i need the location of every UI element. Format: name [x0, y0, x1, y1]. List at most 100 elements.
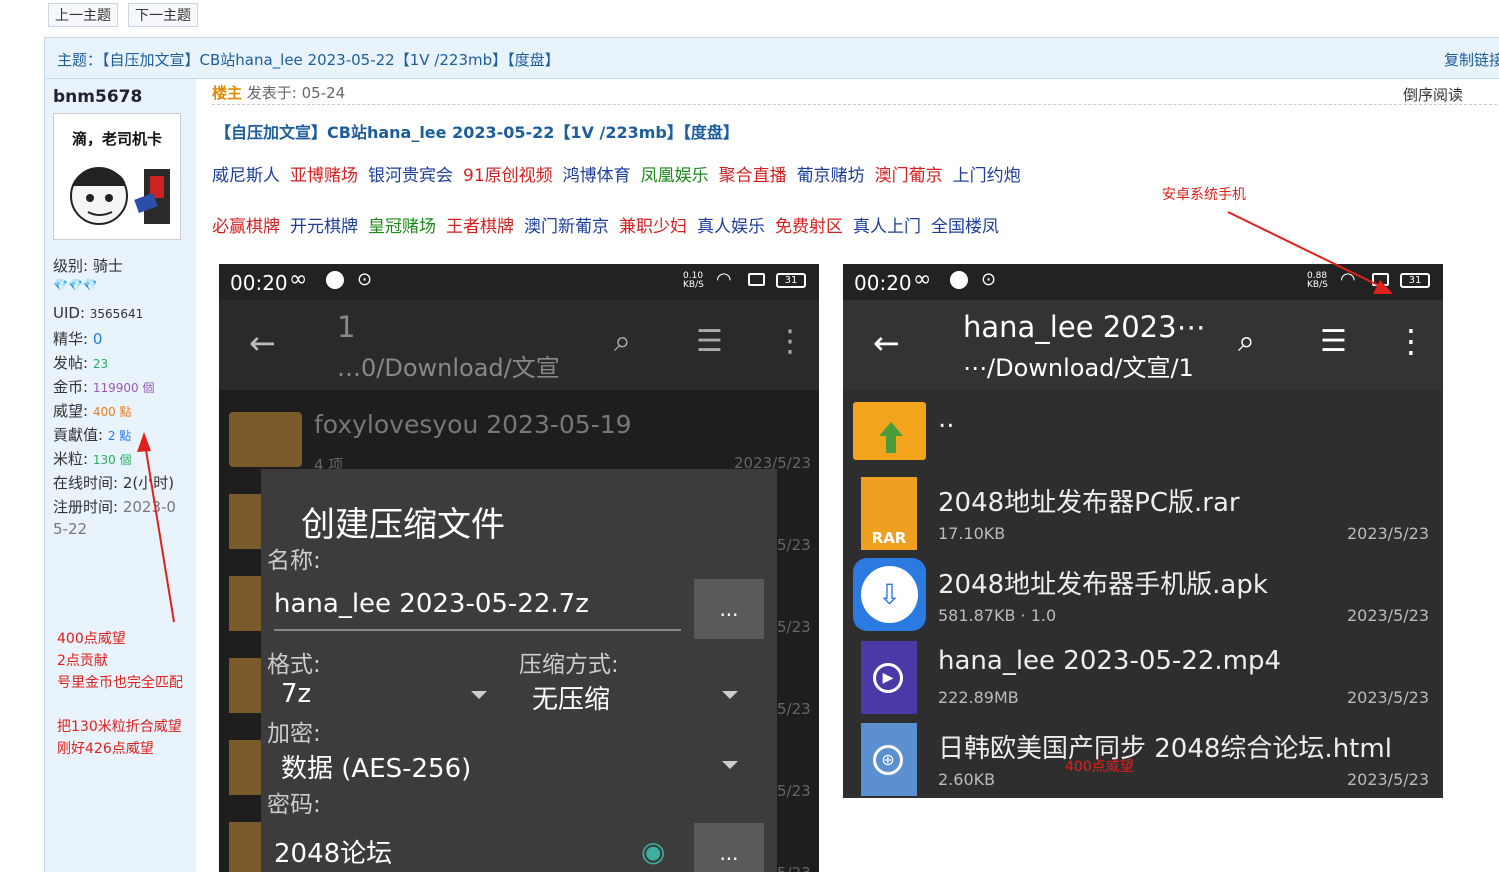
- chevron-down-icon[interactable]: [722, 761, 738, 769]
- wifi-icon: ◠: [716, 269, 732, 290]
- stat-coins: 金币: 119900 個: [53, 378, 155, 396]
- screen-icon: [748, 273, 765, 286]
- ad-link[interactable]: 银河贵宾会: [368, 166, 453, 186]
- format-select[interactable]: 7z: [281, 679, 311, 709]
- list-item-parent[interactable]: ..: [843, 390, 1443, 472]
- prev-topic-button[interactable]: 上一主题: [48, 3, 118, 27]
- create-archive-dialog: 创建压缩文件 名称: hana_lee 2023-05-22.7z ... 格式…: [261, 469, 777, 872]
- ad-link[interactable]: 鸿博体育: [563, 166, 631, 186]
- ad-link[interactable]: 真人上门: [853, 217, 921, 237]
- ad-link[interactable]: 全国楼凤: [931, 217, 999, 237]
- ad-links-row-2: 必赢棋牌 开元棋牌 皇冠赌场 王者棋牌 澳门新葡京 兼职少妇 真人娱乐 免费射区 真人上门 全国楼…: [212, 212, 1009, 237]
- bg-folder-name: foxylovesyou 2023-05-19: [314, 410, 632, 439]
- topic-subject: 主题：【自压加文宣】CB站hana_lee 2023-05-22【1V /223…: [57, 51, 560, 69]
- stat-online-time: 在线时间: 2(小时): [53, 474, 175, 492]
- stat-weiwang: 威望: 400 點: [53, 402, 132, 420]
- list-item[interactable]: ⊕ 日韩欧美国产同步 2048综合论坛.html 2.60KB 2023/5/2…: [843, 718, 1443, 800]
- stat-register-time: 注册时间: 2023-0: [53, 498, 176, 516]
- ad-link[interactable]: 威尼斯人: [212, 166, 280, 186]
- method-select[interactable]: 无压缩: [532, 679, 610, 716]
- more-vert-icon[interactable]: ⋮: [775, 324, 805, 359]
- ad-link[interactable]: 免费射区: [775, 217, 843, 237]
- password-input[interactable]: 2048论坛: [274, 833, 392, 870]
- name-input[interactable]: hana_lee 2023-05-22.7z: [274, 589, 589, 619]
- name-browse-button[interactable]: ...: [694, 579, 764, 639]
- bg-date: 5/23: [777, 700, 811, 718]
- eye-off-icon[interactable]: ◉: [641, 835, 665, 868]
- more-vert-icon[interactable]: ⋮: [1395, 322, 1427, 360]
- file-date: 2023/5/23: [1346, 688, 1429, 707]
- avatar[interactable]: 滴，老司机卡: [53, 113, 181, 240]
- stat-posts: 发帖: 23: [53, 354, 109, 372]
- list-icon[interactable]: ☰: [696, 324, 723, 359]
- ad-link[interactable]: 兼职少妇: [619, 217, 687, 237]
- ad-link[interactable]: 上门约炮: [953, 166, 1021, 186]
- chat-icon: [326, 271, 344, 289]
- file-size: 222.89MB: [938, 688, 1019, 707]
- encrypt-label: 加密:: [267, 721, 321, 747]
- ad-link[interactable]: 凤凰娱乐: [641, 166, 709, 186]
- path-line-1: 1: [337, 310, 356, 344]
- input-underline: [274, 629, 681, 631]
- rar-icon: RAR: [861, 477, 917, 550]
- ad-link[interactable]: 葡京赌坊: [797, 166, 865, 186]
- back-arrow-icon[interactable]: ←: [249, 324, 276, 362]
- file-name: 日韩欧美国产同步 2048综合论坛.html: [938, 734, 1392, 764]
- screen-icon: [1372, 273, 1389, 286]
- chevron-down-icon[interactable]: [722, 691, 738, 699]
- file-date: 2023/5/23: [1346, 524, 1429, 543]
- list-item[interactable]: ⇩ 2048地址发布器手机版.apk 581.87KB · 1.0 2023/5…: [843, 554, 1443, 636]
- folder-icon: [229, 412, 302, 467]
- annotation-line-1: 400点威望: [57, 631, 126, 647]
- annotation-line-3: 号里金币也完全匹配: [57, 675, 183, 691]
- toolbar: ← hana_lee 2023⋯ ⋯/Download/文宣/1 ⌕ ☰ ⋮: [843, 300, 1443, 390]
- back-arrow-icon[interactable]: ←: [873, 324, 900, 362]
- bg-date: 5/23: [777, 782, 811, 800]
- wifi-icon: ◠: [1340, 269, 1356, 290]
- list-item[interactable]: ▶ hana_lee 2023-05-22.mp4 222.89MB 2023/…: [843, 636, 1443, 718]
- list-item[interactable]: RAR 2048地址发布器PC版.rar 17.10KB 2023/5/23: [843, 472, 1443, 554]
- reverse-order-button[interactable]: 倒序阅读: [1403, 84, 1463, 105]
- file-size: 2.60KB: [938, 770, 996, 789]
- ad-link[interactable]: 亚博赌场: [290, 166, 358, 186]
- copy-link-button[interactable]: 复制链接: [1444, 49, 1499, 70]
- chat-icon: [950, 271, 968, 289]
- html-icon: ⊕: [861, 723, 917, 796]
- username[interactable]: bnm5678: [53, 87, 142, 107]
- list-icon[interactable]: ☰: [1320, 324, 1347, 359]
- folder-up-icon: [853, 402, 926, 460]
- posted-at: 发表于: 05-24: [246, 84, 346, 102]
- ad-link[interactable]: 开元棋牌: [290, 217, 358, 237]
- stat-jinghua: 精华: 0: [53, 330, 103, 348]
- path-line-2: …0/Download/文宣: [337, 354, 560, 382]
- annotation-android-phone: 安卓系统手机: [1162, 187, 1246, 203]
- battery-icon: 31: [776, 273, 806, 288]
- encrypt-select[interactable]: 数据 (AES-256): [281, 748, 471, 785]
- password-browse-button[interactable]: ...: [694, 823, 764, 872]
- ad-links-row-1: 威尼斯人 亚博赌场 银河贵宾会 91原创视频 鸿博体育 凤凰娱乐 聚合直播 葡京赌坊 澳门葡京上…: [212, 161, 1031, 186]
- ad-link[interactable]: 聚合直播: [719, 166, 787, 186]
- ad-link[interactable]: 真人娱乐: [697, 217, 765, 237]
- stat-level: 级别: 骑士: [53, 257, 123, 275]
- check-circle-icon: ⊙: [981, 269, 997, 290]
- net-speed: 0.10 KB/S: [683, 271, 704, 290]
- file-name: 2048地址发布器PC版.rar: [938, 488, 1240, 518]
- phone-bottom-blank: [843, 798, 1443, 872]
- path-line-2: ⋯/Download/文宣/1: [963, 354, 1194, 382]
- search-icon[interactable]: ⌕: [1238, 324, 1255, 359]
- ad-link[interactable]: 必赢棋牌: [212, 217, 280, 237]
- ad-link[interactable]: 91原创视频: [463, 166, 553, 186]
- ad-link[interactable]: 皇冠赌场: [368, 217, 436, 237]
- ad-link[interactable]: 王者棋牌: [446, 217, 514, 237]
- search-icon[interactable]: ⌕: [614, 324, 631, 359]
- bg-date: 5/23: [777, 536, 811, 554]
- next-topic-button[interactable]: 下一主题: [128, 3, 198, 27]
- file-size: 581.87KB · 1.0: [938, 606, 1057, 625]
- bg-date: 5/23: [777, 864, 811, 872]
- meme-face-icon: [70, 167, 170, 225]
- file-name: 2048地址发布器手机版.apk: [938, 570, 1268, 600]
- name-label: 名称:: [267, 548, 321, 574]
- chevron-down-icon[interactable]: [471, 691, 487, 699]
- ad-link[interactable]: 澳门葡京: [875, 166, 943, 186]
- ad-link[interactable]: 澳门新葡京: [524, 217, 609, 237]
